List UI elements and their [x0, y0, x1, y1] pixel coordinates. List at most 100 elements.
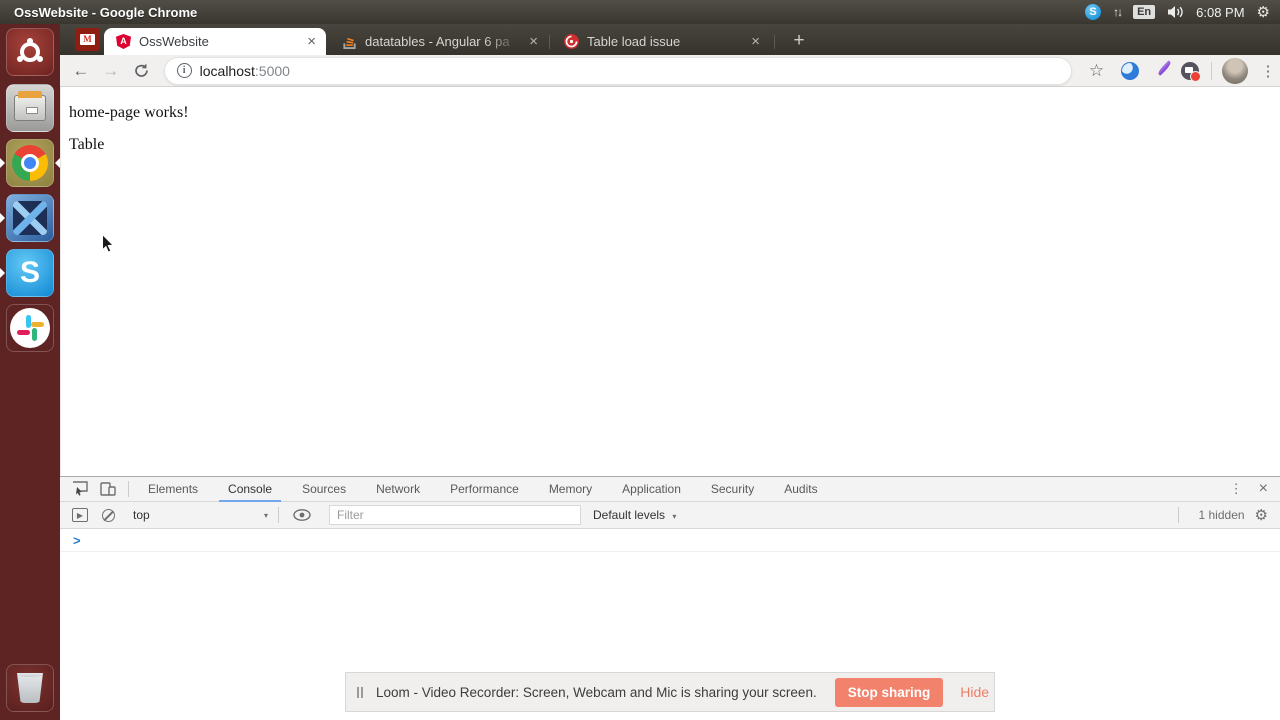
tab-title: datatables - Angular 6 pa [365, 34, 510, 49]
console-toolbar: ▶ top ▾ Default levels ▾ 1 hidden ⚙ [60, 502, 1280, 529]
mouse-cursor [102, 233, 115, 253]
launcher-item-slack[interactable] [6, 304, 54, 352]
home-page-text: home-page works! [69, 104, 189, 121]
page-info-icon[interactable]: i [176, 63, 192, 78]
console-settings-gear-icon[interactable]: ⚙ [1255, 506, 1268, 524]
console-filter-input[interactable] [329, 505, 581, 525]
tab-close-icon[interactable]: × [529, 34, 538, 49]
recorder-extension-icon[interactable] [1181, 61, 1202, 82]
browser-toolbar: ← → i localhost:5000 ☆ ⋮ [60, 55, 1280, 87]
toolbar-separator [1177, 507, 1179, 523]
ubuntu-logo-icon [17, 38, 43, 65]
log-levels-value: Default levels [593, 508, 666, 522]
gmail-icon: M [80, 34, 95, 45]
devtools-tab-console[interactable]: Console [213, 477, 287, 502]
launcher-item-vscode[interactable] [6, 194, 54, 242]
devtools-tab-security[interactable]: Security [696, 477, 769, 502]
tab-separator [549, 35, 550, 49]
tab-datatables[interactable]: datatables - Angular 6 pa × [330, 28, 548, 55]
forward-button[interactable]: → [96, 61, 126, 81]
system-top-bar: OssWebsite - Google Chrome S ↑↓ En 6:08 … [0, 0, 1280, 24]
stackoverflow-icon [343, 37, 356, 49]
pen-extension-icon[interactable] [1151, 59, 1173, 80]
network-indicator-icon[interactable]: ↑↓ [1113, 5, 1123, 19]
toolbar-separator [278, 507, 279, 523]
devtools-close-icon[interactable]: × [1253, 480, 1280, 498]
launcher-item-ubuntu-dash[interactable] [6, 28, 54, 76]
devtools-tab-application[interactable]: Application [607, 477, 696, 502]
devtools-menu-icon[interactable]: ⋮ [1220, 481, 1253, 497]
back-button[interactable]: ← [66, 61, 96, 81]
session-gear-icon[interactable]: ⚙ [1257, 5, 1270, 20]
tab-strip: M A OssWebsite × datatables - Angular 6 … [60, 24, 1280, 55]
live-expression-eye-icon[interactable] [293, 509, 311, 521]
address-bar[interactable]: i localhost:5000 [163, 56, 1072, 85]
console-sidebar-toggle-icon[interactable]: ▶ [72, 508, 88, 522]
launcher-item-chrome[interactable] [6, 139, 54, 187]
tab-close-icon[interactable]: × [751, 34, 760, 49]
context-selector[interactable]: top ▾ [133, 508, 268, 522]
running-indicator-chrome [0, 158, 5, 168]
tab-separator [774, 35, 775, 49]
slack-icon [10, 308, 50, 348]
devtools-tab-audits[interactable]: Audits [769, 477, 832, 502]
launcher-item-files[interactable] [6, 84, 54, 132]
running-indicator-vscode [0, 213, 5, 223]
inspect-element-icon[interactable] [72, 481, 88, 497]
url-host: localhost [199, 62, 255, 79]
devtools-tab-performance[interactable]: Performance [435, 477, 534, 502]
volume-icon[interactable] [1167, 5, 1184, 19]
angular-icon: A [116, 34, 131, 49]
toolbar-separator [1211, 61, 1213, 80]
devtools-tab-elements[interactable]: Elements [133, 477, 213, 502]
url-port: :5000 [254, 62, 290, 79]
bookmark-star-icon[interactable]: ☆ [1084, 61, 1110, 81]
console-prompt-chevron: > [73, 532, 81, 548]
pinned-tab-gmail[interactable]: M [75, 28, 100, 51]
hide-button[interactable]: Hide [960, 684, 989, 700]
datatables-forum-icon [564, 34, 579, 49]
file-cabinet-icon [14, 91, 46, 121]
screen-sharing-bar: Loom - Video Recorder: Screen, Webcam an… [345, 672, 995, 712]
clear-console-icon[interactable] [102, 508, 115, 522]
loom-extension-icon[interactable] [1121, 61, 1140, 80]
toolbar-separator [128, 481, 129, 497]
url-text[interactable]: localhost:5000 [200, 63, 290, 79]
chevron-down-icon: ▾ [672, 512, 677, 521]
log-levels-dropdown[interactable]: Default levels ▾ [593, 508, 676, 522]
hidden-messages-count[interactable]: 1 hidden [1199, 508, 1245, 522]
tab-osswebsite[interactable]: A OssWebsite × [104, 28, 326, 55]
tab-close-icon[interactable]: × [307, 34, 316, 49]
chevron-down-icon: ▾ [263, 510, 268, 520]
device-toolbar-icon[interactable] [100, 481, 116, 497]
chrome-logo-icon [12, 145, 48, 181]
context-selector-value: top [133, 508, 150, 522]
new-tab-button[interactable]: + [786, 28, 812, 54]
launcher-item-skype[interactable]: S [6, 249, 54, 297]
tab-title: OssWebsite [139, 34, 209, 49]
console-prompt-row[interactable]: > [60, 529, 1280, 552]
window-title: OssWebsite - Google Chrome [14, 4, 198, 20]
devtools-tab-bar: Elements Console Sources Network Perform… [60, 477, 1280, 502]
running-indicator-skype [0, 268, 5, 278]
keyboard-layout-indicator[interactable]: En [1133, 5, 1156, 19]
reload-button[interactable] [133, 62, 150, 79]
stop-sharing-button[interactable]: Stop sharing [834, 677, 944, 707]
clock[interactable]: 6:08 PM [1196, 5, 1244, 20]
devtools-tab-memory[interactable]: Memory [534, 477, 607, 502]
tab-table-load-issue[interactable]: Table load issue × [552, 28, 770, 55]
grip-icon [357, 686, 363, 698]
profile-avatar[interactable] [1222, 57, 1249, 84]
unity-launcher: S [0, 24, 60, 720]
skype-tray-icon[interactable]: S [1085, 4, 1102, 20]
vscode-icon [13, 201, 47, 235]
chrome-menu-icon[interactable]: ⋮ [1256, 62, 1280, 80]
system-tray: S ↑↓ En 6:08 PM ⚙ [1085, 4, 1280, 20]
table-text: Table [69, 136, 105, 153]
trash-icon [17, 673, 43, 703]
launcher-item-trash[interactable] [6, 664, 54, 712]
tab-title: Table load issue [587, 34, 681, 49]
page-content: home-page works! Table ⋯ × ✓ [60, 87, 1280, 530]
devtools-tab-sources[interactable]: Sources [287, 477, 361, 502]
devtools-tab-network[interactable]: Network [361, 477, 435, 502]
